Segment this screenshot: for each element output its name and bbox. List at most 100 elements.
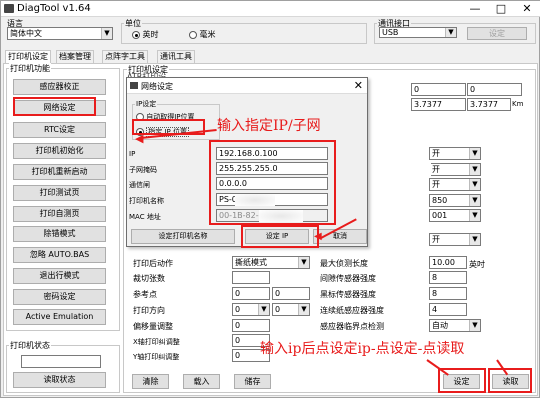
dialog-title: 网络设定 (141, 82, 173, 91)
clear-button[interactable]: 清除 (132, 374, 169, 389)
param-unit: Km (512, 100, 524, 108)
continuous-sensor-label: 连续纸感应器强度 (320, 306, 384, 315)
tab-comm-tool[interactable]: 通讯工具 (157, 50, 195, 63)
direction-a-value: 0 (235, 305, 241, 314)
tab-bitmap-font-tool[interactable]: 点阵字工具 (102, 50, 148, 63)
y-adjust-label: Y轴打印纠调整 (133, 353, 180, 361)
param-field-2[interactable]: 0 (467, 83, 522, 96)
spacer (429, 163, 431, 176)
comm-select[interactable]: USB ▼ (379, 27, 457, 38)
annotation-box-read (488, 368, 532, 393)
annotation-box-network-button (13, 97, 96, 116)
chevron-down-icon: ▼ (469, 179, 480, 190)
comm-setup-button[interactable]: 设定 (467, 27, 527, 40)
max-detect-unit: 英吋 (469, 260, 485, 269)
cut-count-label: 裁切张数 (133, 274, 165, 283)
combo-value: 开 (432, 235, 440, 244)
right-combo-4[interactable]: 850 ▼ (429, 194, 481, 207)
chevron-down-icon: ▼ (445, 28, 456, 37)
param-field-4[interactable]: 3.7377 (467, 98, 511, 111)
right-combo-1[interactable]: 开 ▼ (429, 147, 481, 160)
close-button[interactable]: ✕ (515, 1, 539, 17)
sensor-calibration-button[interactable]: 感应器校正 (13, 79, 106, 95)
chevron-down-icon: ▼ (101, 28, 112, 39)
max-detect-label: 最大侦测长度 (320, 259, 368, 268)
subnet-label: 子网掩码 (129, 166, 157, 174)
read-status-button[interactable]: 读取状态 (13, 372, 106, 388)
ip-setting-label: IP设定 (135, 99, 158, 109)
post-print-select[interactable]: 撕纸模式 ▼ (232, 256, 310, 269)
printer-name-label: 打印机名称 (129, 197, 164, 205)
arrow-head-icon: ◀ (135, 132, 144, 145)
rtc-settings-button[interactable]: RTC设定 (13, 122, 106, 138)
radio-inch[interactable] (132, 30, 140, 39)
tab-printer-settings[interactable]: 打印机设定 (5, 50, 51, 64)
minimize-button[interactable]: — (463, 1, 487, 17)
set-printer-name-button[interactable]: 设定打印机名称 (131, 229, 235, 244)
gap-sensor-label: 间隙传感器强度 (320, 274, 376, 283)
printer-init-button[interactable]: 打印机初始化 (13, 143, 106, 159)
active-emulation-button[interactable]: Active Emulation (13, 309, 106, 325)
continuous-sensor-field[interactable]: 4 (429, 303, 467, 316)
post-print-value: 撕纸模式 (235, 258, 267, 267)
ref-x-field[interactable]: 0 (232, 287, 270, 300)
unit-inch-option[interactable]: 英时 (132, 29, 159, 40)
mac-label: MAC 地址 (129, 213, 161, 221)
black-mark-field[interactable]: 8 (429, 287, 467, 300)
direction-select-a[interactable]: 0 ▼ (232, 303, 270, 316)
max-detect-field[interactable]: 10.00 (429, 256, 467, 269)
offset-field[interactable]: 0 (232, 319, 270, 332)
ref-y-field[interactable]: 0 (272, 287, 310, 300)
sensor-mode-value: 自动 (432, 321, 448, 330)
print-self-test-button[interactable]: 打印自测页 (13, 206, 106, 222)
right-combo-5[interactable]: 001 ▼ (429, 209, 481, 222)
combo-value: 开 (432, 165, 440, 174)
ignore-autobas-button[interactable]: 忽略 AUTO.BAS (13, 247, 106, 263)
radio-mm[interactable] (189, 30, 197, 39)
param-field-1[interactable]: 0 (411, 83, 466, 96)
right-combo-3[interactable]: 开 ▼ (429, 178, 481, 191)
debug-mode-button[interactable]: 除错模式 (13, 226, 106, 242)
cut-count-field[interactable] (232, 271, 270, 284)
reference-point-label: 参考点 (133, 290, 157, 299)
right-combo-2[interactable]: 开 ▼ (429, 163, 481, 176)
save-button[interactable]: 储存 (234, 374, 271, 389)
param-field-3[interactable]: 3.7377 (411, 98, 466, 111)
language-select[interactable]: 简体中文 ▼ (7, 27, 113, 40)
combo-value: 开 (432, 180, 440, 189)
sensor-threshold-select[interactable]: 自动 ▼ (429, 319, 481, 332)
annotation-enter-ip: 输入指定IP/子网 (217, 118, 321, 134)
print-test-page-button[interactable]: 打印测试页 (13, 185, 106, 201)
right-combo-6[interactable]: 开 ▼ (429, 233, 481, 246)
chevron-down-icon: ▼ (469, 164, 480, 175)
app-icon (4, 4, 14, 13)
dialog-icon (130, 82, 138, 89)
annotation-instruction: 输入ip后点设定ip-点设定-点读取 (260, 341, 465, 357)
tab-file-management[interactable]: 档案管理 (56, 50, 94, 63)
dialog-close-icon[interactable]: ✕ (354, 79, 363, 92)
gateway-label: 通信闸 (129, 181, 150, 189)
load-button[interactable]: 载入 (183, 374, 220, 389)
chevron-down-icon: ▼ (298, 257, 309, 268)
annotation-box-set-ip (241, 225, 319, 248)
gap-sensor-field[interactable]: 8 (429, 271, 467, 284)
combo-value: 001 (432, 211, 448, 220)
printer-status-field (21, 355, 101, 368)
comm-value: USB (382, 28, 399, 37)
printer-restart-button[interactable]: 打印机重新启动 (13, 164, 106, 180)
chevron-down-icon: ▼ (258, 304, 269, 315)
chevron-down-icon: ▼ (469, 234, 480, 245)
password-settings-button[interactable]: 密码设定 (13, 289, 106, 305)
direction-b-value: 0 (275, 305, 281, 314)
exit-line-mode-button[interactable]: 退出行模式 (13, 268, 106, 284)
diagtool-window: DiagTool v1.64 — □ ✕ 语言 简体中文 ▼ 单位 英时 毫米 通… (0, 0, 540, 398)
printer-status-label: 打印机状态 (9, 340, 51, 351)
direction-select-b[interactable]: 0 ▼ (272, 303, 310, 316)
printer-functions-label: 打印机功能 (9, 63, 51, 74)
ip-label: IP (129, 150, 136, 158)
combo-value: 开 (432, 149, 440, 158)
unit-mm-option[interactable]: 毫米 (189, 29, 216, 40)
window-title: DiagTool v1.64 (17, 3, 91, 14)
x-adjust-label: X轴打印纠调整 (133, 338, 180, 346)
maximize-button[interactable]: □ (489, 1, 513, 17)
